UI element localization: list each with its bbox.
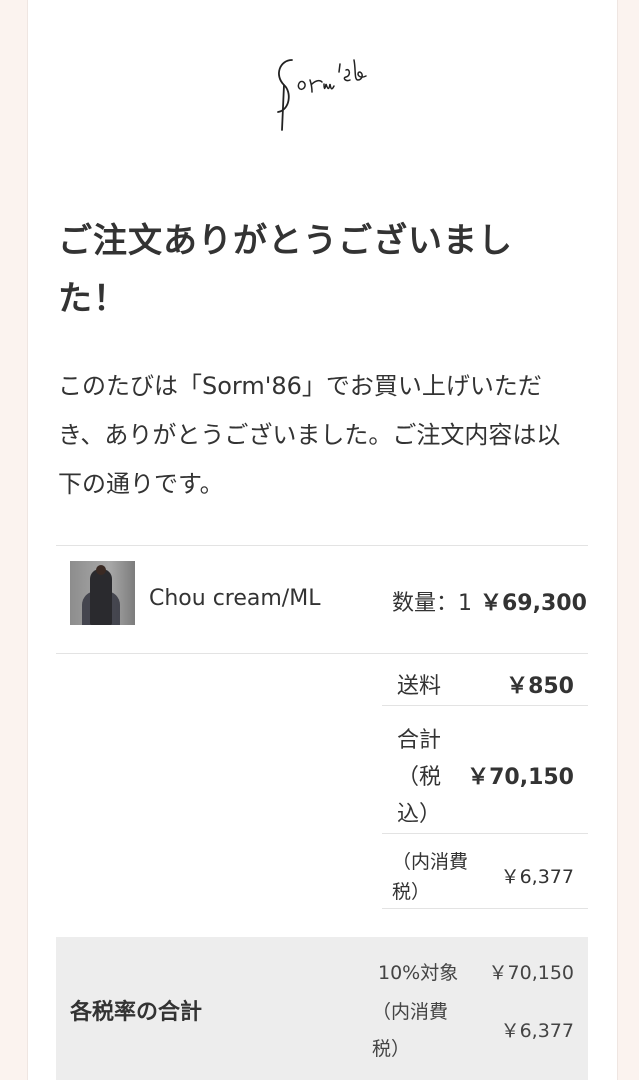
tax-breakdown-label-line1: （内消費: [372, 1001, 449, 1023]
shipping-value: ￥850: [506, 674, 574, 699]
tax-breakdown-value: ￥6,377: [500, 1020, 574, 1042]
product-thumbnail[interactable]: [70, 561, 135, 625]
total-value: ￥70,150: [467, 765, 574, 790]
divider: [56, 653, 588, 654]
tax-rate-value: ￥70,150: [488, 962, 574, 984]
product-quantity: 数量：1: [392, 591, 472, 616]
thumbnail-figure-body: [90, 569, 112, 625]
thumbnail-figure-head: [96, 565, 106, 575]
tax-value: ￥6,377: [500, 866, 574, 888]
page-title: ご注文ありがとうございました！: [58, 221, 513, 319]
sorm-signature-logo: [277, 59, 367, 131]
tax-breakdown-label-line2: 税）: [372, 1038, 411, 1060]
tax-rate-label: 10%対象: [378, 962, 459, 984]
divider: [382, 705, 588, 706]
total-label-line1: 合計: [397, 728, 442, 753]
shipping-label: 送料: [397, 674, 442, 699]
tax-label-line2: 税）: [392, 881, 431, 903]
intro-message: このたびは「Sorm'86」でお買い上げいただき、ありがとうございました。ご注文…: [58, 372, 561, 498]
divider: [56, 545, 588, 546]
email-card: [27, 0, 618, 1080]
tax-breakdown-panel: 各税率の合計 10%対象 ￥70,150 （内消費 税） ￥6,377: [56, 937, 588, 1080]
tax-label-line1: （内消費: [392, 851, 469, 873]
product-price: ￥69,300: [480, 591, 587, 616]
total-label-line2: （税: [397, 765, 442, 790]
total-label-line3: 込）: [397, 802, 442, 827]
divider: [382, 908, 588, 909]
product-name[interactable]: Chou cream/ML: [149, 586, 320, 611]
divider: [382, 833, 588, 834]
tax-breakdown-title: 各税率の合計: [70, 1000, 203, 1025]
brand-logo: [262, 40, 382, 144]
